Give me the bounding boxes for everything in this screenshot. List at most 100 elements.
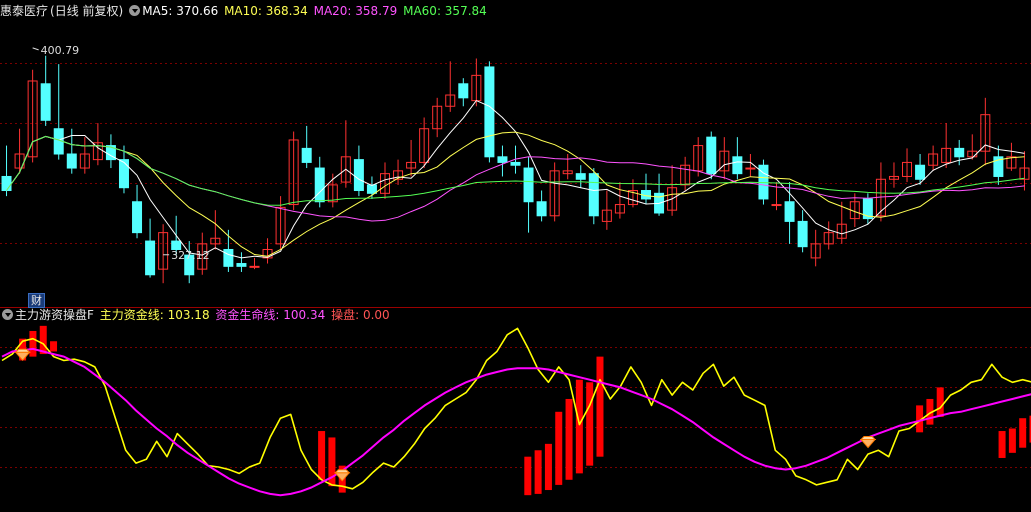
candle-down[interactable] (484, 61, 495, 163)
candle-down[interactable] (575, 165, 586, 188)
candle-up[interactable] (614, 182, 625, 219)
candle-down[interactable] (797, 210, 808, 253)
candle-down[interactable] (641, 173, 652, 205)
diamond-icon (14, 348, 31, 361)
operate-bar (586, 382, 594, 466)
candle-down[interactable] (301, 125, 312, 169)
candle-body (223, 248, 234, 267)
candle-up[interactable] (875, 162, 886, 222)
candle-down[interactable] (732, 137, 743, 180)
operate-bar (318, 431, 326, 480)
candle-up[interactable] (941, 123, 952, 169)
main-fund-line (1, 327, 1031, 490)
candle-up[interactable] (680, 156, 691, 191)
candle-down[interactable] (654, 173, 665, 216)
low-price-label: 327.12 (171, 249, 210, 262)
candle-up[interactable] (902, 148, 913, 183)
candle-up[interactable] (667, 165, 678, 216)
candle-up[interactable] (262, 238, 273, 264)
candle-down[interactable] (536, 190, 547, 222)
candle-up[interactable] (562, 154, 573, 180)
candle-down[interactable] (353, 145, 364, 197)
indicator-name[interactable]: 主力游资操盘F (15, 308, 94, 322)
period-label[interactable]: (日线 前复权) (50, 4, 123, 18)
life-line-label: 资金生命线: 100.34 (215, 308, 326, 322)
main-fund-label: 主力资金线: 103.18 (99, 308, 210, 322)
candle-up[interactable] (471, 58, 482, 107)
dropdown-icon[interactable] (129, 5, 141, 16)
operate-bar (998, 431, 1006, 458)
candle-body (510, 161, 521, 166)
candle-down[interactable] (784, 182, 795, 244)
candle-body (771, 204, 782, 207)
candle-down[interactable] (145, 218, 156, 278)
candle-up[interactable] (79, 137, 90, 174)
diamond-body (14, 351, 31, 361)
candle-body (484, 66, 495, 158)
candle-body (745, 167, 756, 170)
candle-down[interactable] (236, 252, 247, 272)
candle-down[interactable] (588, 168, 599, 225)
operate-bar (50, 341, 58, 352)
candle-body (132, 201, 143, 234)
dropdown-icon[interactable] (2, 309, 13, 320)
candle-up[interactable] (158, 224, 169, 284)
candle-body (1, 175, 12, 192)
candle-down[interactable] (497, 145, 508, 177)
ma5-line (6, 99, 1025, 259)
high-price-label: 400.79 (41, 44, 80, 57)
candle-body (497, 156, 508, 163)
candle-down[interactable] (40, 55, 51, 126)
diamond-top (14, 348, 31, 353)
candle-up[interactable] (823, 221, 834, 250)
ma5-label: MA5: 370.66 (142, 4, 219, 18)
candle-up[interactable] (419, 117, 430, 169)
candle-up[interactable] (445, 61, 456, 112)
operate-bar (936, 387, 944, 417)
candle-down[interactable] (523, 156, 534, 233)
candle-body (797, 220, 808, 248)
candle-up[interactable] (393, 159, 404, 185)
candle-up[interactable] (980, 97, 991, 166)
candle-up[interactable] (810, 229, 821, 267)
operate-bar (1019, 418, 1027, 448)
candle-down[interactable] (458, 78, 469, 107)
candle-down[interactable] (105, 134, 116, 169)
candle-up[interactable] (249, 257, 260, 270)
candle-down[interactable] (132, 184, 143, 239)
candle-down[interactable] (184, 241, 195, 284)
operate-bar (555, 411, 563, 485)
candle-down[interactable] (314, 156, 325, 208)
diamond-top (334, 469, 351, 474)
candle-up[interactable] (928, 145, 939, 171)
candle-down[interactable] (53, 64, 64, 160)
candle-up[interactable] (340, 120, 351, 188)
candlestick-series[interactable] (1, 55, 1030, 284)
candle-body (40, 83, 51, 121)
candle-up[interactable] (288, 131, 299, 211)
candle-body (314, 167, 325, 203)
operate-bar (524, 456, 532, 496)
candle-up[interactable] (432, 97, 443, 138)
candle-up[interactable] (14, 128, 25, 174)
candle-body (66, 153, 77, 169)
candle-body (236, 263, 247, 267)
candle-up[interactable] (719, 137, 730, 180)
chart-stage: 400.79 327.12 (0, 0, 1031, 497)
candle-body (588, 173, 599, 217)
stock-name[interactable]: 惠泰医疗 (0, 4, 48, 18)
operate-bar (596, 356, 604, 457)
candle-up[interactable] (406, 139, 417, 177)
candle-down[interactable] (706, 131, 717, 180)
candle-down[interactable] (993, 145, 1004, 185)
candle-up[interactable] (210, 210, 221, 250)
candle-up[interactable] (1006, 142, 1017, 171)
candle-down[interactable] (1, 145, 12, 197)
candle-body (706, 136, 717, 175)
operate-label: 操盘: 0.00 (331, 308, 390, 322)
ma10-label: MA10: 368.34 (224, 4, 308, 18)
candle-up[interactable] (967, 134, 978, 160)
indicator-markers (14, 348, 877, 482)
candle-up[interactable] (601, 190, 612, 230)
candle-up[interactable] (549, 162, 560, 222)
